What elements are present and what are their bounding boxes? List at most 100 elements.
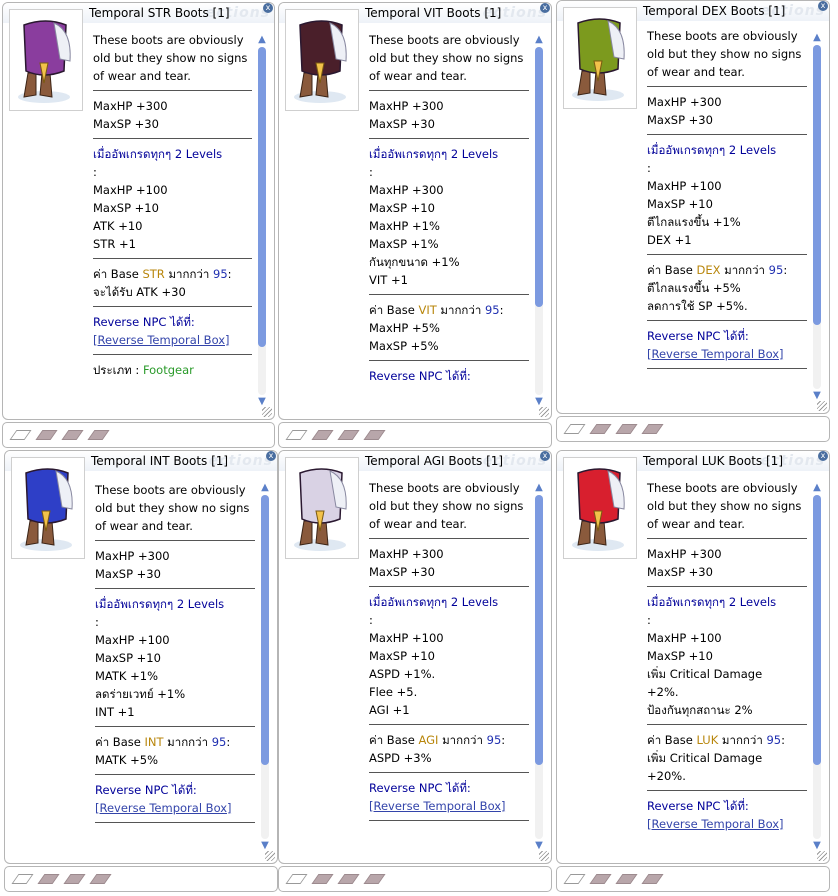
text-segment: old but they show no signs	[369, 51, 524, 65]
separator-line	[647, 320, 807, 321]
resize-grip-icon[interactable]	[817, 401, 827, 411]
resize-grip-icon[interactable]	[539, 851, 549, 861]
text-segment: MaxHP +300	[93, 99, 168, 113]
card-slot-icon	[363, 874, 386, 884]
resize-grip-icon[interactable]	[262, 407, 272, 417]
text-segment: These boots are obviously	[95, 483, 246, 497]
close-button[interactable]: x	[818, 1, 828, 11]
scroll-thumb[interactable]	[813, 495, 821, 765]
scroll-down-arrow-icon[interactable]: ▼	[811, 841, 823, 851]
scroll-down-arrow-icon[interactable]: ▼	[811, 391, 823, 401]
text-segment: :	[647, 613, 651, 627]
item-tooltip-luk-boots: ections Temporal LUK Boots [1] x These boot…	[556, 450, 830, 892]
scroll-up-arrow-icon[interactable]: ▲	[259, 483, 271, 493]
description-line: เมื่ออัพเกรดทุกๆ 2 Levels	[95, 595, 255, 613]
empty-card-slot-icon	[285, 430, 308, 440]
text-segment: MaxSP +30	[93, 117, 159, 131]
scroll-up-arrow-icon[interactable]: ▲	[533, 35, 545, 45]
description-line: old but they show no signs	[369, 49, 529, 67]
description-line: INT +1	[95, 703, 255, 721]
card-slot-icon	[37, 874, 60, 884]
item-tooltip-int-boots: ections Temporal INT Boots [1] x These boot…	[4, 450, 278, 892]
text-segment: MaxSP +1%	[369, 237, 439, 251]
description-line: MaxHP +300	[369, 545, 529, 563]
resize-grip-icon[interactable]	[539, 407, 549, 417]
text-segment: of wear and tear.	[369, 69, 467, 83]
text-segment: old but they show no signs	[93, 51, 248, 65]
reverse-box-link[interactable]: [Reverse Temporal Box]	[95, 801, 232, 815]
text-segment: เพิ่ม Critical Damage	[647, 751, 763, 765]
close-button[interactable]: x	[263, 3, 273, 13]
scroll-down-arrow-icon[interactable]: ▼	[259, 841, 271, 851]
scrollbar[interactable]: ▲ ▼	[811, 33, 823, 401]
tooltip-window: ections Temporal AGI Boots [1] x These boot…	[278, 450, 552, 864]
empty-card-slot-icon	[563, 874, 586, 884]
scrollbar[interactable]: ▲ ▼	[533, 35, 545, 407]
separator-line	[95, 726, 255, 727]
separator-line	[93, 306, 252, 307]
scrollbar[interactable]: ▲ ▼	[811, 483, 823, 851]
item-description: These boots are obviously old but they sh…	[95, 481, 255, 829]
white-red-boots-icon	[285, 457, 359, 559]
reverse-box-link[interactable]: [Reverse Temporal Box]	[369, 799, 506, 813]
text-segment: ค่า Base	[647, 263, 697, 277]
scroll-thumb[interactable]	[535, 495, 543, 765]
item-title: Temporal DEX Boots [1]	[643, 4, 786, 18]
scroll-up-arrow-icon[interactable]: ▲	[811, 483, 823, 493]
resize-grip-icon[interactable]	[817, 851, 827, 861]
description-line: of wear and tear.	[95, 517, 255, 535]
close-button[interactable]: x	[540, 451, 550, 461]
description-line: Reverse NPC ได้ที่:	[369, 779, 529, 797]
scrollbar[interactable]: ▲ ▼	[256, 35, 268, 407]
text-segment: MaxHP +300	[369, 183, 444, 197]
text-segment: Reverse NPC ได้ที่:	[647, 329, 749, 343]
text-segment: เมื่ออัพเกรดทุกๆ 2 Levels	[369, 595, 499, 609]
description-line: MaxHP +300	[95, 547, 255, 565]
text-segment: MaxSP +10	[95, 651, 161, 665]
scroll-up-arrow-icon[interactable]: ▲	[256, 35, 268, 45]
text-segment: ประเภท :	[93, 363, 143, 377]
close-button[interactable]: x	[540, 3, 550, 13]
description-line: of wear and tear.	[369, 515, 529, 533]
scroll-thumb[interactable]	[813, 45, 821, 325]
reverse-box-link[interactable]: [Reverse Temporal Box]	[93, 333, 230, 347]
card-slot-icon	[35, 430, 58, 440]
tooltip-window: ections Temporal STR Boots [1] x These boot…	[2, 2, 275, 420]
scroll-down-arrow-icon[interactable]: ▼	[533, 397, 545, 407]
description-line: of wear and tear.	[647, 515, 807, 533]
card-slot-icon	[589, 874, 612, 884]
reverse-box-link[interactable]: [Reverse Temporal Box]	[647, 347, 784, 361]
scroll-down-arrow-icon[interactable]: ▼	[256, 397, 268, 407]
reverse-box-link[interactable]: [Reverse Temporal Box]	[647, 817, 784, 831]
separator-line	[369, 586, 529, 587]
text-segment: These boots are obviously	[647, 29, 798, 43]
scroll-thumb[interactable]	[535, 47, 543, 307]
description-line: MaxHP +100	[647, 629, 807, 647]
close-button[interactable]: x	[266, 451, 276, 461]
description-line: These boots are obviously	[369, 479, 529, 497]
scroll-up-arrow-icon[interactable]: ▲	[533, 483, 545, 493]
close-button[interactable]: x	[818, 451, 828, 461]
text-segment: of wear and tear.	[647, 517, 745, 531]
scrollbar[interactable]: ▲ ▼	[259, 483, 271, 851]
text-segment: 95	[766, 733, 782, 747]
description-line: These boots are obviously	[93, 31, 252, 49]
text-segment: 95	[213, 267, 228, 281]
description-line: MaxSP +30	[93, 115, 252, 133]
text-segment: MATK +5%	[95, 753, 158, 767]
scroll-thumb[interactable]	[261, 495, 269, 765]
scrollbar[interactable]: ▲ ▼	[533, 483, 545, 851]
separator-line	[369, 138, 529, 139]
text-segment: old but they show no signs	[369, 499, 524, 513]
description-line: old but they show no signs	[647, 497, 807, 515]
scroll-up-arrow-icon[interactable]: ▲	[811, 33, 823, 43]
description-line: MaxHP +300	[93, 97, 252, 115]
description-line: MaxSP +30	[95, 565, 255, 583]
scroll-thumb[interactable]	[258, 47, 266, 347]
resize-grip-icon[interactable]	[265, 851, 275, 861]
description-line: +20%.	[647, 767, 807, 785]
scroll-down-arrow-icon[interactable]: ▼	[533, 841, 545, 851]
item-tooltip-agi-boots: ections Temporal AGI Boots [1] x These boot…	[278, 450, 552, 892]
description-line: of wear and tear.	[93, 67, 252, 85]
separator-line	[369, 360, 529, 361]
